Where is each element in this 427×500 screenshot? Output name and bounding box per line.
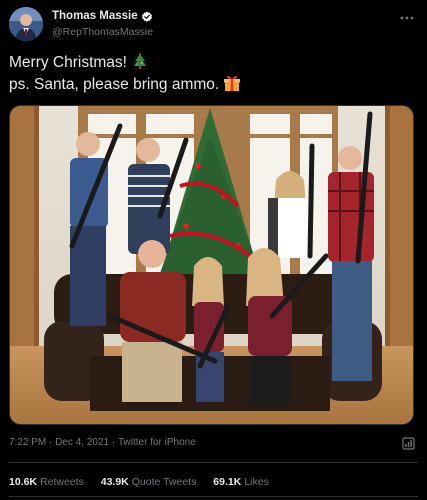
tweet-line-1-text: Merry Christmas!	[9, 54, 127, 71]
wrapped-gift-emoji	[223, 74, 241, 92]
christmas-tree-emoji	[131, 52, 149, 70]
meta-separator: ·	[46, 437, 56, 448]
meta-separator: ·	[109, 437, 118, 448]
tweet-text: Merry Christmas! ps. Santa, please bring…	[9, 52, 409, 96]
divider	[9, 462, 418, 463]
quote-tweets-label: Quote Tweets	[131, 476, 197, 488]
tweet-line-2-text: ps. Santa, please bring ammo.	[9, 76, 220, 93]
retweets-stat[interactable]: 10.6K Retweets	[9, 476, 84, 488]
tweet-meta: 7:22 PM · Dec 4, 2021 · Twitter for iPho…	[9, 437, 196, 448]
analytics-icon[interactable]	[402, 437, 415, 450]
retweets-count: 10.6K	[9, 476, 38, 488]
retweets-label: Retweets	[40, 476, 84, 488]
likes-count: 69.1K	[213, 476, 242, 488]
avatar[interactable]	[9, 7, 43, 41]
quote-tweets-stat[interactable]: 43.9K Quote Tweets	[101, 476, 197, 488]
tweet-line-2: ps. Santa, please bring ammo.	[9, 74, 409, 96]
tweet-card: Thomas Massie @RepThomasMassie Merry Chr…	[0, 0, 427, 500]
name-line: Thomas Massie	[52, 10, 153, 22]
tweet-time[interactable]: 7:22 PM	[9, 437, 46, 448]
likes-stat[interactable]: 69.1K Likes	[213, 476, 269, 488]
more-options-icon[interactable]	[399, 11, 415, 23]
divider	[9, 496, 418, 497]
likes-label: Likes	[244, 476, 269, 488]
tweet-line-1: Merry Christmas!	[9, 52, 409, 74]
display-name[interactable]: Thomas Massie	[52, 10, 138, 22]
tweet-source-link[interactable]: Twitter for iPhone	[118, 437, 196, 448]
tweet-stats: 10.6K Retweets 43.9K Quote Tweets 69.1K Lik…	[9, 476, 283, 488]
tweet-date[interactable]: Dec 4, 2021	[55, 437, 109, 448]
verified-badge-icon	[141, 10, 153, 22]
tweet-photo[interactable]	[9, 105, 414, 425]
tweet-header: Thomas Massie @RepThomasMassie	[9, 7, 417, 43]
user-handle[interactable]: @RepThomasMassie	[52, 26, 153, 38]
quote-tweets-count: 43.9K	[100, 476, 129, 488]
